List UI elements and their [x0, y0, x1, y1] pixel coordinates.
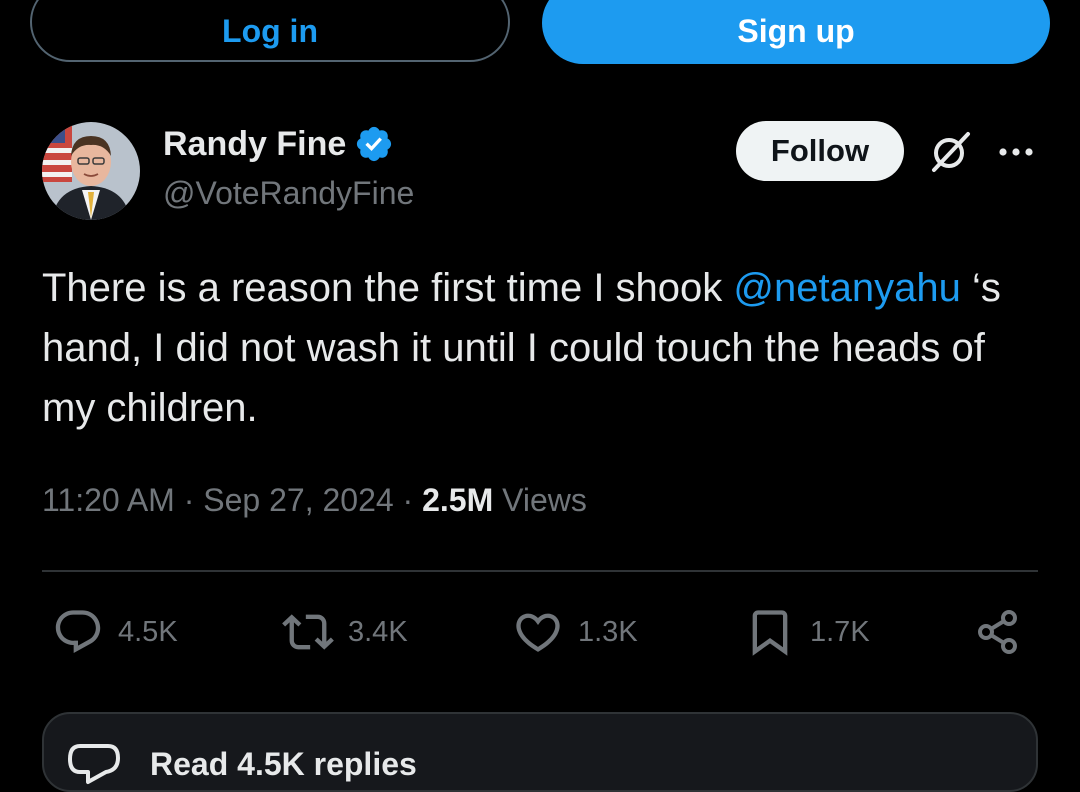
bookmark-icon [752, 610, 788, 656]
repost-button[interactable]: 3.4K [282, 606, 408, 658]
like-count: 1.3K [578, 615, 638, 648]
verified-badge-icon [357, 126, 392, 162]
more-icon[interactable] [996, 134, 1036, 170]
signup-button[interactable]: Sign up [542, 0, 1050, 64]
reply-button[interactable]: 4.5K [52, 606, 178, 658]
tweet-time[interactable]: 11:20 AM [42, 482, 175, 518]
tweet-meta: 11:20 AM · Sep 27, 2024 · 2.5M Views [42, 482, 587, 519]
read-replies-button[interactable]: Read 4.5K replies [42, 712, 1038, 792]
reply-icon [55, 610, 101, 654]
repost-icon [282, 614, 334, 650]
share-icon [978, 610, 1017, 654]
follow-button[interactable]: Follow [736, 121, 904, 181]
author-name-row[interactable]: Randy Fine [163, 124, 394, 164]
share-button[interactable] [972, 606, 1024, 658]
read-replies-label: Read 4.5K replies [150, 746, 417, 782]
author-name[interactable]: Randy Fine [163, 125, 346, 164]
meta-separator: · [174, 482, 204, 518]
grok-icon[interactable] [928, 130, 972, 174]
tweet-text: There is a reason the first time I shook… [42, 258, 1042, 438]
avatar[interactable] [42, 122, 140, 220]
person-portrait-icon [42, 122, 140, 220]
author-handle[interactable]: @VoteRandyFine [163, 175, 414, 212]
like-button[interactable]: 1.3K [512, 606, 638, 658]
reply-bubble-icon [68, 744, 120, 784]
heart-icon [516, 613, 560, 652]
tweet-date[interactable]: Sep 27, 2024 [203, 482, 393, 518]
mention-link[interactable]: @netanyahu [733, 266, 960, 310]
reply-count: 4.5K [118, 615, 178, 648]
tweet-text-before: There is a reason the first time I shook [42, 266, 734, 310]
divider [42, 570, 1038, 572]
bookmark-button[interactable]: 1.7K [744, 606, 870, 658]
login-button[interactable]: Log in [30, 0, 510, 62]
repost-count: 3.4K [348, 615, 408, 648]
meta-separator: · [393, 482, 423, 518]
bookmark-count: 1.7K [810, 615, 870, 648]
views-label: Views [502, 482, 587, 518]
views-count: 2.5M [422, 482, 494, 518]
